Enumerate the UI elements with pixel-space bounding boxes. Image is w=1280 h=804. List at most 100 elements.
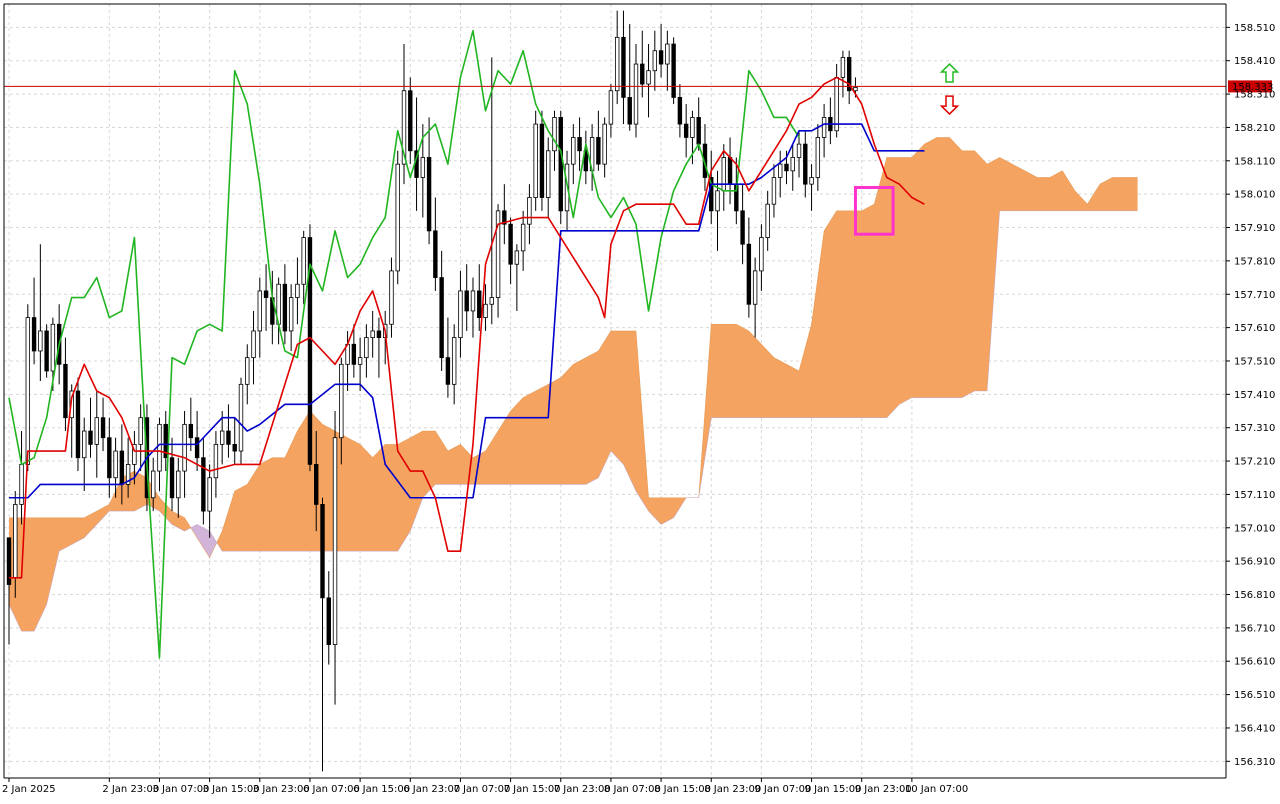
candle-bear[interactable] [63, 363, 68, 419]
candle-bull[interactable] [821, 117, 827, 138]
candle-bull[interactable] [389, 270, 394, 325]
candle-bull[interactable] [151, 470, 156, 499]
candle-bull[interactable] [853, 87, 858, 92]
candle-bear[interactable] [803, 143, 808, 185]
candle-bull[interactable] [483, 303, 488, 319]
candle-bull[interactable] [533, 123, 538, 198]
chart-canvas[interactable]: 158.333 158.510158.410158.310158.210158.… [0, 0, 1280, 800]
candle-bear[interactable] [577, 137, 582, 152]
candle-bull[interactable] [614, 36, 620, 92]
candle-bear[interactable] [746, 243, 752, 305]
candle-bull[interactable] [646, 70, 651, 85]
candle-bear[interactable] [226, 430, 231, 445]
candle-bull[interactable] [94, 417, 99, 445]
candle-bull[interactable] [608, 90, 614, 125]
candle-bull[interactable] [257, 290, 262, 332]
candle-bull[interactable] [157, 423, 162, 472]
ichimoku-chart[interactable]: 158.333 158.510 158.410 158.310 158.210 158.… [0, 0, 1280, 800]
candle-bear[interactable] [44, 330, 49, 372]
candle-bear[interactable] [784, 163, 789, 172]
candle-bear[interactable] [433, 230, 438, 278]
candle-bull[interactable] [238, 383, 244, 452]
candle-bull[interactable] [527, 197, 532, 225]
candle-bull[interactable] [790, 157, 795, 172]
candle-bear[interactable] [31, 317, 37, 352]
candle-bear[interactable] [169, 457, 175, 499]
candle-bull[interactable] [759, 237, 764, 272]
candle-bull[interactable] [339, 363, 344, 439]
candle-bull[interactable] [778, 163, 783, 178]
candle-bull[interactable] [38, 330, 43, 352]
candle-bull[interactable] [752, 270, 758, 305]
candle-bear[interactable] [696, 117, 701, 145]
candle-bear[interactable] [282, 283, 288, 332]
candle-bull[interactable] [796, 143, 802, 158]
candle-bull[interactable] [771, 177, 777, 205]
candle-bull[interactable] [176, 470, 181, 499]
candle-bear[interactable] [740, 210, 745, 245]
candle-bull[interactable] [13, 504, 18, 579]
candle-bear[interactable] [263, 290, 269, 298]
candle-bull[interactable] [546, 150, 551, 198]
candle-bear[interactable] [351, 343, 357, 365]
candle-bull[interactable] [357, 357, 363, 365]
candle-bear[interactable] [508, 223, 513, 265]
candle-bear[interactable] [75, 390, 81, 459]
candle-bear[interactable] [232, 443, 237, 452]
candle-bear[interactable] [658, 50, 664, 65]
candle-bear[interactable] [88, 430, 93, 445]
candle-bear[interactable] [314, 463, 319, 505]
candle-bull[interactable] [514, 250, 520, 265]
candle-bull[interactable] [25, 317, 31, 465]
candle-bear[interactable] [426, 157, 432, 232]
candle-bull[interactable] [765, 203, 770, 238]
candle-bear[interactable] [464, 290, 469, 312]
candle-bull[interactable] [332, 437, 338, 645]
candle-bear[interactable] [119, 450, 125, 485]
candle-bull[interactable] [370, 330, 375, 339]
candle-bull[interactable] [715, 190, 720, 212]
candle-bear[interactable] [445, 357, 451, 385]
candle-bull[interactable] [840, 56, 846, 78]
candle-bear[interactable] [539, 123, 545, 198]
candle-bull[interactable] [245, 357, 250, 385]
candle-bear[interactable] [640, 63, 645, 85]
candle-bear[interactable] [408, 90, 413, 152]
candle-bear[interactable] [100, 417, 106, 439]
candle-bull[interactable] [219, 430, 225, 445]
candle-bull[interactable] [815, 137, 821, 178]
candle-bull[interactable] [295, 283, 300, 298]
candle-bull[interactable] [451, 337, 457, 385]
candle-bull[interactable] [520, 223, 526, 252]
candle-bull[interactable] [470, 290, 476, 312]
candle-bear[interactable] [671, 43, 676, 98]
candle-bull[interactable] [690, 117, 695, 138]
candle-bear[interactable] [188, 423, 194, 439]
candle-bear[interactable] [621, 36, 626, 98]
candle-bull[interactable] [809, 177, 814, 185]
candle-bear[interactable] [596, 137, 601, 165]
candle-bull[interactable] [633, 63, 639, 125]
candle-bear[interactable] [558, 117, 563, 212]
candle-bull[interactable] [113, 450, 118, 479]
candle-bull[interactable] [395, 163, 400, 272]
candle-bull[interactable] [213, 443, 219, 479]
candle-bull[interactable] [489, 297, 494, 305]
candle-bull[interactable] [602, 123, 607, 165]
candle-bear[interactable] [107, 437, 112, 479]
candle-bear[interactable] [727, 157, 733, 185]
candle-bear[interactable] [326, 597, 331, 645]
candle-bull[interactable] [138, 417, 143, 445]
candle-bull[interactable] [652, 50, 658, 72]
candle-bull[interactable] [50, 323, 56, 372]
candle-bull[interactable] [420, 157, 426, 178]
candle-bear[interactable] [201, 457, 206, 512]
candle-bull[interactable] [182, 423, 187, 472]
candle-bull[interactable] [721, 157, 726, 192]
candle-bull[interactable] [82, 430, 87, 459]
candle-bull[interactable] [834, 76, 839, 132]
candle-bear[interactable] [320, 504, 325, 599]
candle-bear[interactable] [439, 277, 444, 359]
candle-bull[interactable] [288, 297, 294, 332]
candle-bear[interactable] [376, 330, 382, 339]
